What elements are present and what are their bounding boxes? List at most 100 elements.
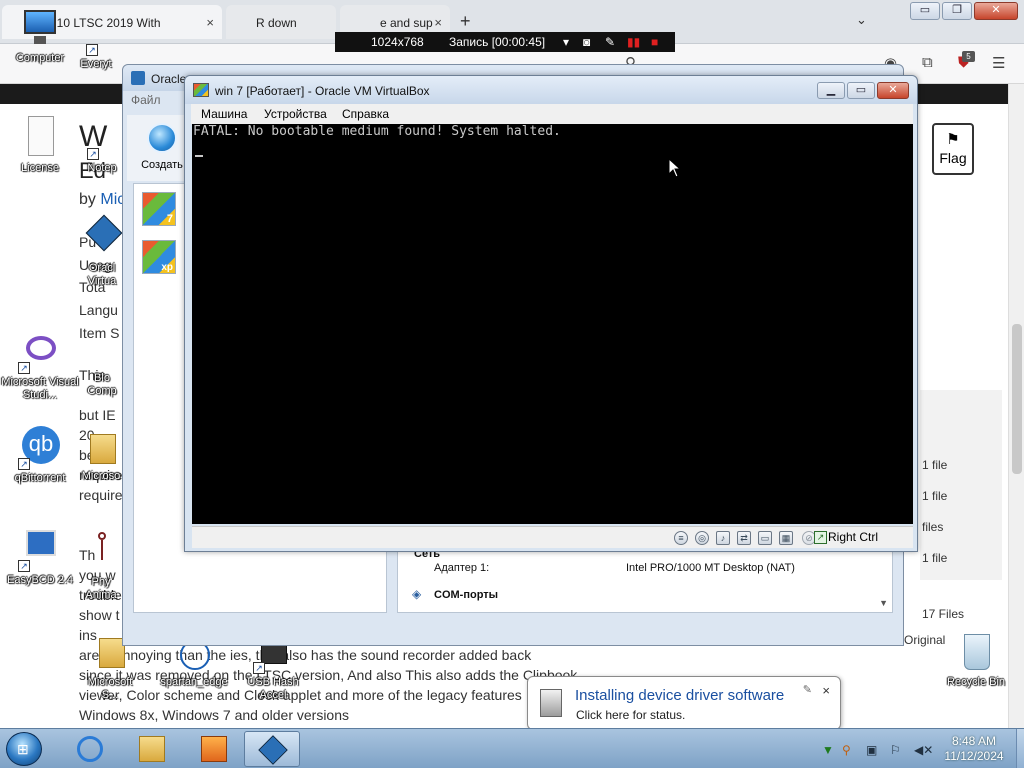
- scrollbar-thumb[interactable]: [1012, 324, 1022, 474]
- icon-label: Microsoft S...: [87, 676, 133, 701]
- vm-item-winxp[interactable]: xp: [142, 240, 176, 274]
- shared-folders-icon[interactable]: ▦: [779, 531, 793, 545]
- files-total: 17 Files: [922, 607, 965, 621]
- system-tray: ▼ ⚲ ▣ ⚐ ◀✕: [820, 735, 940, 763]
- desktop-icon-qbittorrent[interactable]: qb ↗ qBittorrent: [0, 426, 80, 485]
- tab-close-icon[interactable]: ×: [434, 15, 442, 30]
- vm-item-win7[interactable]: 7: [142, 192, 176, 226]
- menu-machine[interactable]: Машина: [201, 107, 247, 121]
- system-clock[interactable]: 8:48 AM 11/12/2024: [936, 734, 1012, 764]
- window-title: win 7 [Работает] - Oracle VM VirtualBox: [215, 84, 430, 98]
- menu-devices[interactable]: Устройства: [264, 107, 327, 121]
- close-button[interactable]: ✕: [877, 82, 909, 99]
- browser-tab[interactable]: R down: [226, 5, 336, 39]
- desktop-icon-license[interactable]: License: [0, 116, 80, 175]
- boot-error-text: FATAL: No bootable medium found! System …: [193, 124, 561, 139]
- notification-close-button[interactable]: ×: [822, 683, 830, 698]
- create-vm-button[interactable]: Создать: [139, 123, 185, 171]
- hard-disk-icon[interactable]: ≡: [674, 531, 688, 545]
- windows-logo-icon: ⊞: [17, 741, 29, 757]
- camera-icon[interactable]: ◙: [583, 35, 590, 49]
- virtualbox-icon: [85, 214, 123, 260]
- text-cursor: [195, 155, 203, 157]
- file-count: files: [922, 520, 944, 534]
- browser-window-controls: ▭ ❐ ✕: [910, 2, 1018, 20]
- desktop-icon-oracle-virtualbox[interactable]: Oracl Virtua: [82, 214, 123, 288]
- generic-app-icon: [87, 356, 117, 370]
- media-player-icon: [201, 736, 227, 762]
- menu-file[interactable]: Файл: [131, 93, 161, 107]
- taskbar-virtualbox[interactable]: [244, 731, 300, 767]
- desktop-icon-easybcd[interactable]: ↗ EasyBCD 2.4: [0, 528, 80, 587]
- desktop-icon-everything[interactable]: ↗ Everyt: [66, 36, 126, 71]
- desktop-icon-visual-studio[interactable]: ↗ Microsoft Visual Studi...: [0, 330, 80, 402]
- volume-muted-icon[interactable]: ◀✕: [914, 743, 933, 757]
- taskbar-internet-explorer[interactable]: [62, 731, 118, 767]
- icon-label: Microsoft Visual Studi...: [1, 376, 79, 401]
- vm-statusbar: ≡ ◎ ♪ ⇄ ▭ ▦ ⊘ ↗ Right Ctrl: [192, 526, 913, 548]
- notepad-icon: ↗: [87, 124, 117, 160]
- desktop-icon-notepad[interactable]: ↗ Notep: [82, 124, 122, 175]
- tab-close-icon[interactable]: ×: [206, 15, 214, 30]
- device-install-tray-icon[interactable]: ▼: [822, 743, 834, 757]
- menu-help[interactable]: Справка: [342, 107, 389, 121]
- adapter-value: Intel PRO/1000 MT Desktop (NAT): [626, 562, 795, 574]
- menu-icon[interactable]: ☰: [992, 54, 1005, 72]
- maximize-button[interactable]: ▭: [847, 82, 875, 99]
- stick-figure-icon: [86, 528, 116, 574]
- window-title: Oracle: [151, 72, 187, 86]
- desktop-icon-blog[interactable]: Blo Comp: [82, 356, 122, 398]
- action-center-flag-icon[interactable]: ⚐: [890, 743, 901, 757]
- icon-label: Recycle Bin: [946, 676, 1006, 688]
- host-key-icon: ↗: [814, 531, 827, 544]
- taskbar: ⊞ ▼ ⚲ ▣ ⚐ ◀✕ 8:48 AM 11/12/2024: [0, 728, 1024, 768]
- minimize-button[interactable]: ▭: [910, 2, 940, 20]
- recorder-resolution: 1024x768: [371, 35, 424, 49]
- start-button[interactable]: ⊞: [6, 732, 42, 766]
- tab-list-chevron-icon[interactable]: ⌄: [856, 12, 867, 28]
- com-ports-section-header[interactable]: COM-порты: [434, 589, 498, 601]
- audio-icon[interactable]: ♪: [716, 531, 730, 545]
- desktop-icon-physics-animation[interactable]: Phy Anima: [80, 528, 122, 602]
- meta-line: Langu: [79, 302, 118, 318]
- usb-icon[interactable]: ▭: [758, 531, 772, 545]
- network-icon[interactable]: ⇄: [737, 531, 751, 545]
- host-key-label: Right Ctrl: [828, 530, 879, 544]
- show-desktop-button[interactable]: [1016, 729, 1024, 768]
- vm-screen[interactable]: FATAL: No bootable medium found! System …: [192, 124, 913, 524]
- stop-icon[interactable]: ■: [651, 35, 658, 49]
- restore-button[interactable]: ❐: [942, 2, 972, 20]
- pause-icon[interactable]: ▮▮: [627, 35, 640, 49]
- extensions-icon[interactable]: ⧉: [922, 54, 933, 71]
- desktop-icon-microsoft[interactable]: Microso: [80, 428, 122, 483]
- pen-icon[interactable]: ✎: [605, 35, 615, 49]
- meta-line: Item S: [79, 325, 120, 341]
- window-titlebar[interactable]: win 7 [Работает] - Oracle VM VirtualBox …: [185, 76, 917, 104]
- taskbar-media-player[interactable]: [186, 731, 242, 767]
- optical-drive-icon[interactable]: ◎: [695, 531, 709, 545]
- close-button[interactable]: ✕: [974, 2, 1018, 20]
- icon-label: Microso: [81, 470, 121, 482]
- icon-label: Phy Anima: [85, 576, 117, 601]
- new-tab-button[interactable]: +: [460, 11, 471, 32]
- pin-icon[interactable]: ✎: [803, 683, 812, 696]
- icon-label: spartan_edge: [160, 676, 228, 688]
- tab-title: e and sup: [380, 16, 433, 30]
- clock-date: 11/12/2024: [944, 749, 1004, 763]
- scroll-down-arrow-icon[interactable]: ▼: [879, 598, 888, 608]
- vm-os-badge: xp: [161, 262, 173, 273]
- internet-explorer-icon: [77, 736, 103, 762]
- create-vm-label: Создать: [141, 159, 183, 171]
- recorder-dropdown-icon[interactable]: ▾: [563, 35, 569, 49]
- taskbar-file-explorer[interactable]: [124, 731, 180, 767]
- icon-label: qBittorrent: [14, 472, 66, 484]
- minimize-button[interactable]: ▁: [817, 82, 845, 99]
- folder-icon: [95, 630, 125, 674]
- adapter-label: Адаптер 1:: [434, 562, 490, 574]
- network-tray-icon[interactable]: ▣: [866, 743, 877, 757]
- desktop-icon-recycle-bin[interactable]: Recycle Bin: [936, 630, 1016, 689]
- search-tray-icon[interactable]: ⚲: [842, 743, 851, 757]
- flag-button[interactable]: ⚑ Flag: [932, 123, 974, 175]
- vm-os-badge: 7: [166, 213, 173, 225]
- notification-balloon[interactable]: Installing device driver software Click …: [527, 676, 841, 730]
